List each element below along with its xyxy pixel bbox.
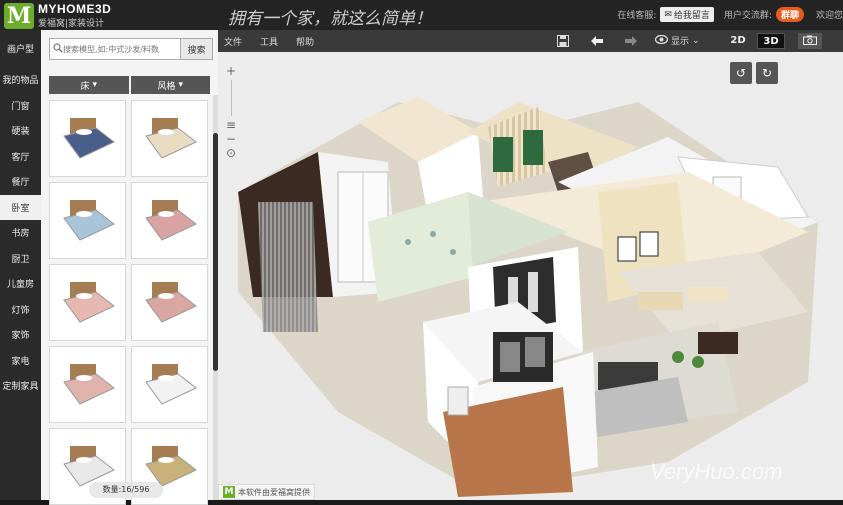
zoom-slider-handle[interactable]: ≡ [224, 118, 238, 132]
category-dining-room[interactable]: 餐厅 [0, 169, 41, 195]
save-icon[interactable] [556, 34, 570, 48]
menu-help[interactable]: 帮助 [296, 35, 314, 48]
zoom-track[interactable] [230, 80, 232, 116]
view-2d-button[interactable]: 2D [725, 33, 751, 49]
qq-group-button[interactable]: 群聊 [775, 7, 804, 22]
product-card[interactable] [131, 100, 208, 177]
service-label: 在线客服: [617, 11, 657, 21]
bed-thumbnail-icon [62, 363, 115, 405]
logo-subtitle: 爱福窝|家装设计 [38, 19, 105, 29]
product-panel: 搜索 床 ▾ 风格 ▾ [41, 30, 218, 505]
category-custom-furniture[interactable]: 定制家具 [0, 373, 41, 399]
display-dropdown[interactable]: 显示 ⌄ [654, 34, 700, 47]
category-draw-floorplan[interactable]: 画户型 [0, 30, 41, 67]
search-bar: 搜索 [49, 38, 213, 60]
product-card[interactable] [49, 346, 126, 423]
item-count: 数量:16/596 [89, 482, 163, 498]
toolbar: 文件 工具 帮助 显示 ⌄ 2D 3D [218, 30, 843, 52]
slogan: 拥有一个家，就这么简单！ [228, 9, 432, 29]
caret-down-icon: ▾ [92, 80, 98, 90]
category-home-decor[interactable]: 家饰 [0, 322, 41, 348]
product-card[interactable] [131, 346, 208, 423]
top-bar: M MYHOME3D 爱福窝|家装设计 拥有一个家，就这么简单！ 在线客服: ✉… [0, 0, 843, 30]
camera-button[interactable] [798, 33, 822, 49]
product-card[interactable] [49, 264, 126, 341]
bed-thumbnail-icon [144, 199, 197, 241]
brand-icon: M [223, 486, 235, 498]
undo-icon[interactable] [590, 34, 604, 48]
filter-style[interactable]: 风格 ▾ [130, 76, 210, 94]
caret-down-icon: ▾ [178, 80, 184, 90]
watermark: VeryHuo.com [650, 459, 783, 484]
product-grid [49, 100, 209, 505]
rotate-left-button[interactable]: ↺ [730, 62, 752, 84]
logo-icon: M [4, 2, 34, 29]
bed-thumbnail-icon [144, 281, 197, 323]
category-kitchen-bath[interactable]: 厨卫 [0, 246, 41, 272]
redo-icon[interactable] [624, 34, 638, 48]
bed-thumbnail-icon [62, 117, 115, 159]
product-card[interactable] [131, 182, 208, 259]
view-3d-button[interactable]: 3D [757, 33, 785, 49]
menu-bar: 文件 工具 帮助 [218, 35, 314, 48]
chevron-down-icon: ⌄ [692, 35, 700, 46]
category-lighting[interactable]: 灯饰 [0, 297, 41, 323]
rotate-right-button[interactable]: ↻ [756, 62, 778, 84]
zoom-in-icon[interactable]: + [224, 64, 238, 78]
bed-thumbnail-icon [144, 363, 197, 405]
search-icon [53, 42, 63, 56]
rotate-left-icon: ↺ [735, 66, 747, 80]
filter-bed-type[interactable]: 床 ▾ [49, 76, 129, 94]
design-canvas[interactable]: + ≡ − ⊙ ↺ ↻ [218, 52, 843, 500]
logo[interactable]: M MYHOME3D 爱福窝|家装设计 [4, 2, 111, 29]
product-card[interactable] [49, 100, 126, 177]
zoom-out-icon[interactable]: − [224, 132, 238, 146]
rotate-right-icon: ↻ [761, 66, 773, 80]
welcome-text: 欢迎您 [815, 11, 843, 21]
category-hard-decor[interactable]: 硬装 [0, 118, 41, 144]
category-kids-room[interactable]: 儿童房 [0, 271, 41, 297]
bed-thumbnail-icon [62, 281, 115, 323]
group-label: 用户交流群: [723, 11, 772, 21]
category-my-items[interactable]: 我的物品 [0, 67, 41, 93]
search-input[interactable] [63, 44, 173, 54]
zoom-control: + ≡ − ⊙ [224, 64, 238, 160]
zoom-reset-icon[interactable]: ⊙ [224, 146, 238, 160]
category-sidebar: 画户型 我的物品 门窗 硬装 客厅 餐厅 卧室 书房 厨卫 儿童房 灯饰 家饰 … [0, 30, 41, 500]
menu-file[interactable]: 文件 [224, 35, 242, 48]
category-study[interactable]: 书房 [0, 220, 41, 246]
leave-message-button[interactable]: ✉ 给我留言 [660, 7, 714, 22]
category-bedroom[interactable]: 卧室 [0, 194, 41, 220]
3d-floorplan-view[interactable] [218, 52, 843, 500]
menu-tools[interactable]: 工具 [260, 35, 278, 48]
product-card[interactable] [131, 264, 208, 341]
category-doors-windows[interactable]: 门窗 [0, 93, 41, 119]
camera-icon [803, 35, 817, 48]
message-icon: ✉ [664, 9, 672, 20]
product-card[interactable] [49, 182, 126, 259]
bed-thumbnail-icon [144, 117, 197, 159]
search-button[interactable]: 搜索 [181, 38, 213, 60]
footer-note: M 本软件由爱福窝提供 [218, 484, 315, 500]
category-appliances[interactable]: 家电 [0, 348, 41, 374]
eye-icon [654, 34, 669, 47]
logo-name: MYHOME3D [38, 2, 112, 16]
filter-bar: 床 ▾ 风格 ▾ [49, 76, 210, 94]
bed-thumbnail-icon [62, 199, 115, 241]
category-living-room[interactable]: 客厅 [0, 144, 41, 170]
